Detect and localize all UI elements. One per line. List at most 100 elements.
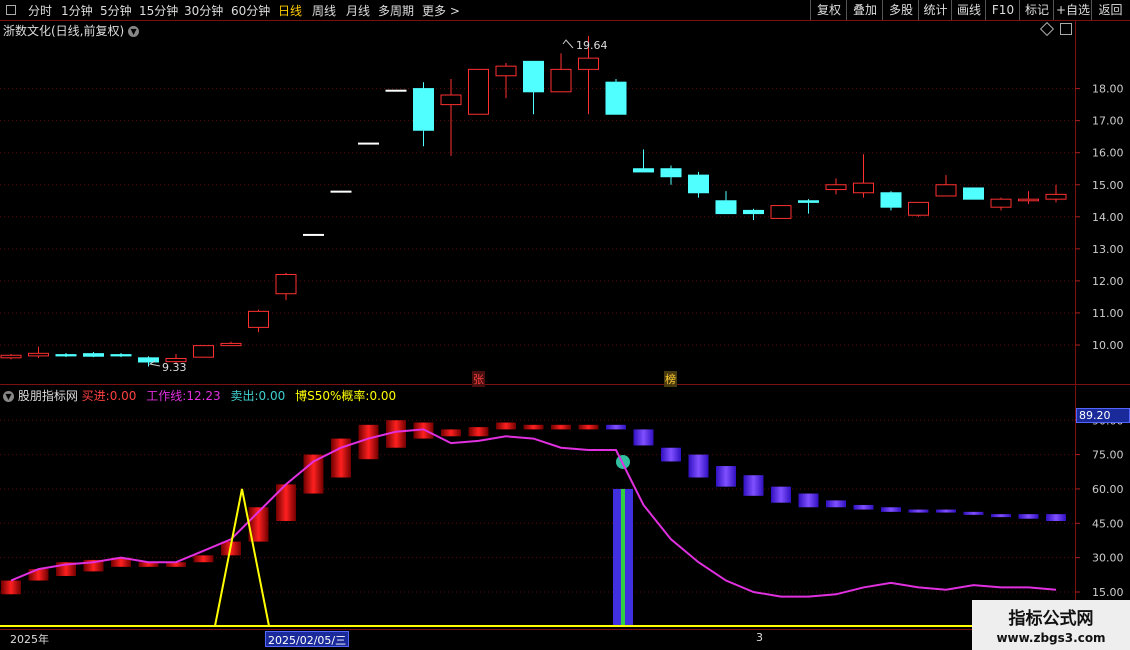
price-tick-label: 12.00 — [1092, 275, 1124, 288]
indicator-bar — [523, 424, 544, 430]
buy-label: 买进: — [81, 389, 110, 403]
cursor-date-label: 2025/02/05/三 — [265, 631, 350, 647]
candle-body — [605, 81, 627, 115]
indicator-bar — [936, 509, 956, 513]
watermark: 指标公式网 www.zbgs3.com — [972, 600, 1130, 650]
indicator-bar — [798, 493, 819, 508]
price-tick-label: 14.00 — [1092, 211, 1124, 224]
buy-value: 0.00 — [109, 389, 137, 403]
candle-body — [633, 168, 654, 173]
price-tick-label: 17.00 — [1092, 115, 1124, 128]
candle-body — [715, 200, 737, 215]
indicator-bar — [743, 475, 764, 496]
current-value-badge: 89.20 — [1076, 408, 1130, 423]
candle-body — [440, 94, 462, 106]
candle-body — [303, 233, 324, 236]
candle-body — [55, 354, 77, 357]
sell-value: 0.00 — [258, 389, 286, 403]
candle-body — [468, 68, 489, 115]
candle-body — [385, 89, 407, 92]
candle-body — [688, 174, 709, 194]
candle-body — [743, 209, 764, 215]
chart-canvas: 18.00 17.00 16.00 15.00 14.00 13.00 12.00 11.00… — [0, 36, 1124, 627]
candle-body — [770, 205, 792, 219]
indicator-bar — [633, 429, 654, 446]
signal-column-core — [621, 488, 625, 626]
price-tick-label: 15.00 — [1092, 179, 1124, 192]
price-tick-label: 11.00 — [1092, 307, 1124, 320]
indicator-bar — [28, 569, 49, 581]
candle-body — [1018, 198, 1039, 202]
candle-body — [550, 68, 572, 93]
indicator-bar — [716, 466, 736, 487]
indicator-bar — [496, 422, 516, 430]
candle-body — [935, 184, 957, 197]
indicator-bar — [661, 447, 681, 462]
indicator-bar — [963, 511, 984, 515]
indicator-bar — [578, 424, 599, 430]
ind-tick-label: 15.00 — [1092, 586, 1124, 599]
high-marker — [562, 39, 574, 49]
candle-body — [495, 65, 517, 77]
candle-body — [1045, 193, 1067, 200]
candle-body — [330, 190, 352, 193]
indicator-bar — [606, 424, 626, 430]
watermark-title: 指标公式网 — [1008, 609, 1094, 629]
indicator-bar — [276, 484, 296, 522]
ind-tick-label: 30.00 — [1092, 552, 1124, 565]
chevron-down-icon[interactable]: ▼ — [3, 391, 14, 402]
indicator-bar — [193, 555, 214, 563]
candle-body — [523, 60, 544, 93]
low-price-label: 9.33 — [162, 361, 187, 374]
indicator-bar — [881, 507, 901, 512]
indicator-bar — [358, 424, 379, 460]
price-tick-label: 13.00 — [1092, 243, 1124, 256]
limit-up-tag[interactable]: 张 — [472, 371, 485, 387]
indicator-bar — [1046, 514, 1066, 522]
indicator-bar — [826, 500, 846, 508]
price-tick-label: 16.00 — [1092, 147, 1124, 160]
indicator-bar — [1018, 514, 1039, 519]
indicator-bar — [908, 509, 929, 513]
indicator-bar — [771, 486, 791, 503]
indicator-bar — [551, 424, 571, 430]
high-price-label: 19.64 — [576, 39, 608, 52]
candle-body — [110, 354, 132, 357]
ranking-tag[interactable]: 榜 — [664, 371, 677, 387]
candle-body — [275, 273, 297, 295]
indicator-bar — [1, 580, 21, 595]
candle-body — [578, 57, 599, 70]
work-line-label: 工作线: — [146, 389, 187, 403]
candle-body — [825, 184, 847, 191]
candle-body — [193, 345, 214, 358]
candle-body — [798, 200, 819, 203]
sell-label: 卖出: — [230, 389, 259, 403]
year-label: 2025年 — [10, 633, 49, 646]
candle-body — [83, 353, 104, 357]
candle-body — [990, 198, 1012, 208]
indicator-name[interactable]: 股朋指标网 — [18, 389, 78, 403]
candle-body — [248, 310, 269, 328]
indicator-bar — [688, 454, 709, 478]
candle-body — [220, 342, 242, 347]
candle-body — [358, 142, 379, 145]
candle-body — [853, 182, 874, 194]
work-line-value: 12.23 — [186, 389, 221, 403]
prob-label: 博S50%概率: — [295, 389, 370, 403]
price-tick-label: 18.00 — [1092, 83, 1124, 96]
prob-value: 0.00 — [369, 389, 397, 403]
ind-tick-label: 60.00 — [1092, 483, 1124, 496]
work-line — [10, 428, 1057, 598]
watermark-url: www.zbgs3.com — [996, 631, 1106, 645]
candle-body — [138, 357, 159, 363]
price-tick-label: 10.00 — [1092, 339, 1124, 352]
candle-body — [660, 168, 682, 178]
indicator-bar — [468, 427, 489, 437]
ind-tick-label: 45.00 — [1092, 517, 1124, 530]
candle-body — [413, 88, 434, 131]
candle-body — [28, 352, 49, 357]
candle-body — [880, 192, 902, 208]
candle-body — [963, 187, 984, 200]
indicator-legend: ▼ 股朋指标网 买进:0.00 工作线:12.23 卖出:0.00 博S50%概… — [3, 387, 396, 404]
candle-body — [0, 354, 22, 359]
